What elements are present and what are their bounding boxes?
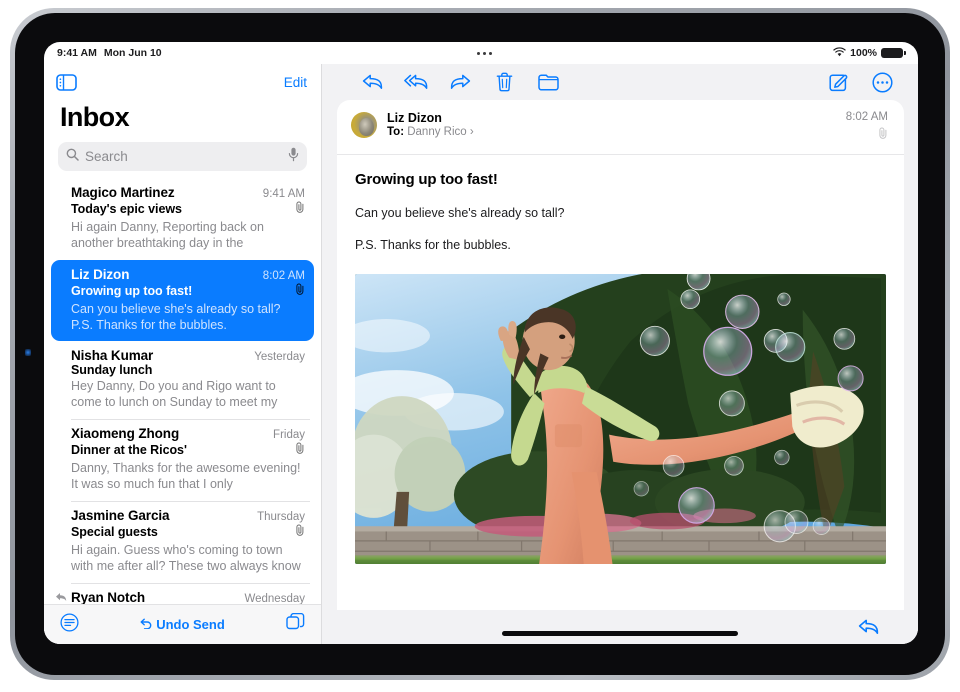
- message-detail-pane: Liz Dizon To: Danny Rico › 8:02 AM Growi…: [322, 64, 918, 644]
- reply-all-button[interactable]: [394, 66, 438, 98]
- to-label: To:: [387, 126, 405, 138]
- mail-preview: Danny, Thanks for the awesome evening! I…: [71, 461, 301, 491]
- mail-preview: Hi again. Guess who's coming to town wit…: [71, 543, 301, 573]
- edit-button[interactable]: Edit: [284, 75, 307, 90]
- message-toolbar: [322, 64, 918, 100]
- mail-date: Friday: [273, 429, 305, 441]
- message-time: 8:02 AM: [845, 111, 888, 123]
- mail-sender: Jasmine Garcia: [71, 508, 170, 523]
- delete-button[interactable]: [482, 66, 526, 98]
- search-bar[interactable]: [58, 142, 307, 171]
- mail-subject: Special guests: [71, 525, 158, 539]
- wifi-icon: [833, 46, 846, 60]
- battery-icon: [881, 48, 906, 58]
- mail-date: 9:41 AM: [262, 188, 305, 200]
- status-bar-right: 100%: [833, 46, 906, 60]
- mail-subject: Today's epic views: [71, 202, 182, 216]
- move-button[interactable]: [526, 66, 570, 98]
- undo-send-label: Undo Send: [156, 617, 225, 632]
- message-header[interactable]: Liz Dizon To: Danny Rico › 8:02 AM: [337, 100, 904, 155]
- paperclip-icon: [296, 523, 305, 541]
- mail-list-item[interactable]: Liz Dizon 8:02 AM Growing up too fast! Can …: [51, 260, 314, 341]
- page-title: Inbox: [60, 102, 130, 132]
- more-button[interactable]: [860, 66, 904, 98]
- status-date: Mon Jun 10: [103, 47, 162, 59]
- multitasking-dots-icon[interactable]: [476, 51, 492, 55]
- status-bar: 9:41 AM Mon Jun 10 100%: [44, 42, 918, 64]
- home-indicator: [502, 631, 738, 636]
- mail-date: Yesterday: [254, 351, 305, 363]
- battery-percentage: 100%: [850, 47, 877, 59]
- recipient-name: Danny Rico: [407, 126, 467, 138]
- message-card: Liz Dizon To: Danny Rico › 8:02 AM Growi…: [337, 100, 904, 610]
- message-paragraph-1: Can you believe she's already so tall?: [355, 206, 565, 220]
- mail-sidebar: Edit Inbox Search Magico Martinez 9:41 A…: [44, 64, 322, 644]
- avatar: [351, 112, 377, 138]
- search-icon: [66, 148, 79, 166]
- mail-preview: Can you believe she's already so tall? P…: [71, 302, 281, 332]
- ipad-device-frame: 9:41 AM Mon Jun 10 100% Edit Inbox Searc…: [10, 8, 950, 680]
- duplicate-windows-icon[interactable]: [286, 612, 305, 637]
- forward-button[interactable]: [438, 66, 482, 98]
- message-header-names: Liz Dizon To: Danny Rico ›: [387, 111, 846, 138]
- status-bar-left: 9:41 AM Mon Jun 10: [57, 47, 162, 59]
- paperclip-icon: [296, 282, 305, 300]
- mail-date: Thursday: [257, 511, 305, 523]
- sidebar-toggle-icon[interactable]: [56, 73, 77, 91]
- mail-list-item[interactable]: Xiaomeng Zhong Friday Dinner at the Ricos'…: [51, 418, 314, 501]
- sidebar-bottom-toolbar: Undo Send: [44, 604, 321, 644]
- paperclip-icon: [296, 200, 305, 218]
- recipient-line[interactable]: To: Danny Rico ›: [387, 126, 846, 138]
- split-view: Edit Inbox Search Magico Martinez 9:41 A…: [44, 64, 918, 644]
- mail-message-list[interactable]: Magico Martinez 9:41 AM Today's epic views…: [44, 178, 321, 604]
- search-input[interactable]: [85, 149, 282, 164]
- status-time: 9:41 AM: [57, 47, 97, 59]
- mail-sender: Liz Dizon: [71, 267, 130, 282]
- reply-button-bottom[interactable]: [846, 611, 890, 643]
- mail-list-item[interactable]: Jasmine Garcia Thursday Special guests Hi a…: [51, 500, 314, 583]
- message-paragraph-2: P.S. Thanks for the bubbles.: [355, 238, 511, 252]
- mail-subject: Growing up too fast!: [71, 284, 193, 298]
- mail-preview: Hey Danny, Do you and Rigo want to come …: [71, 379, 278, 409]
- device-bezel: 9:41 AM Mon Jun 10 100% Edit Inbox Searc…: [15, 13, 945, 675]
- mail-sender: Xiaomeng Zhong: [71, 426, 180, 441]
- mail-list-item[interactable]: Magico Martinez 9:41 AM Today's epic views…: [51, 178, 314, 260]
- mail-date: 8:02 AM: [262, 270, 305, 282]
- mail-preview: Hi again Danny, Reporting back on anothe…: [71, 220, 264, 250]
- search-container: [44, 142, 321, 178]
- message-subject: Growing up too fast!: [355, 171, 498, 188]
- chevron-right-icon[interactable]: ›: [470, 126, 474, 138]
- message-body: Growing up too fast! Can you believe she…: [337, 155, 904, 610]
- undo-send-button[interactable]: Undo Send: [140, 617, 225, 632]
- sidebar-toolbar: Edit: [44, 64, 321, 100]
- ipad-screen: 9:41 AM Mon Jun 10 100% Edit Inbox Searc…: [44, 42, 918, 644]
- bezel-indicator-dot: [25, 349, 31, 356]
- message-header-right: 8:02 AM: [846, 111, 888, 144]
- mail-list-item[interactable]: Ryan NotchWednesdayOut of townHowdy, nei…: [51, 582, 314, 604]
- mail-date: Wednesday: [244, 593, 305, 604]
- message-photo-attachment[interactable]: [355, 274, 886, 564]
- sender-name: Liz Dizon: [387, 111, 442, 125]
- status-bar-center: [162, 51, 834, 55]
- compose-button[interactable]: [816, 66, 860, 98]
- mail-subject: Sunday lunch: [71, 363, 153, 377]
- paperclip-icon: [296, 441, 305, 459]
- mail-sender: Ryan Notch: [71, 590, 146, 604]
- paperclip-icon: [879, 126, 888, 144]
- reply-button[interactable]: [350, 66, 394, 98]
- filter-lines-circle-icon[interactable]: [60, 612, 79, 637]
- message-reply-bar: [322, 610, 918, 644]
- mail-sender: Nisha Kumar: [71, 348, 154, 363]
- microphone-icon[interactable]: [288, 147, 299, 167]
- mail-subject: Dinner at the Ricos': [71, 443, 187, 457]
- mail-sender: Magico Martinez: [71, 185, 175, 200]
- undo-arrow-icon: [140, 617, 152, 632]
- mail-list-item[interactable]: Nisha Kumar Yesterday Sunday lunch Hey Dann…: [51, 341, 314, 419]
